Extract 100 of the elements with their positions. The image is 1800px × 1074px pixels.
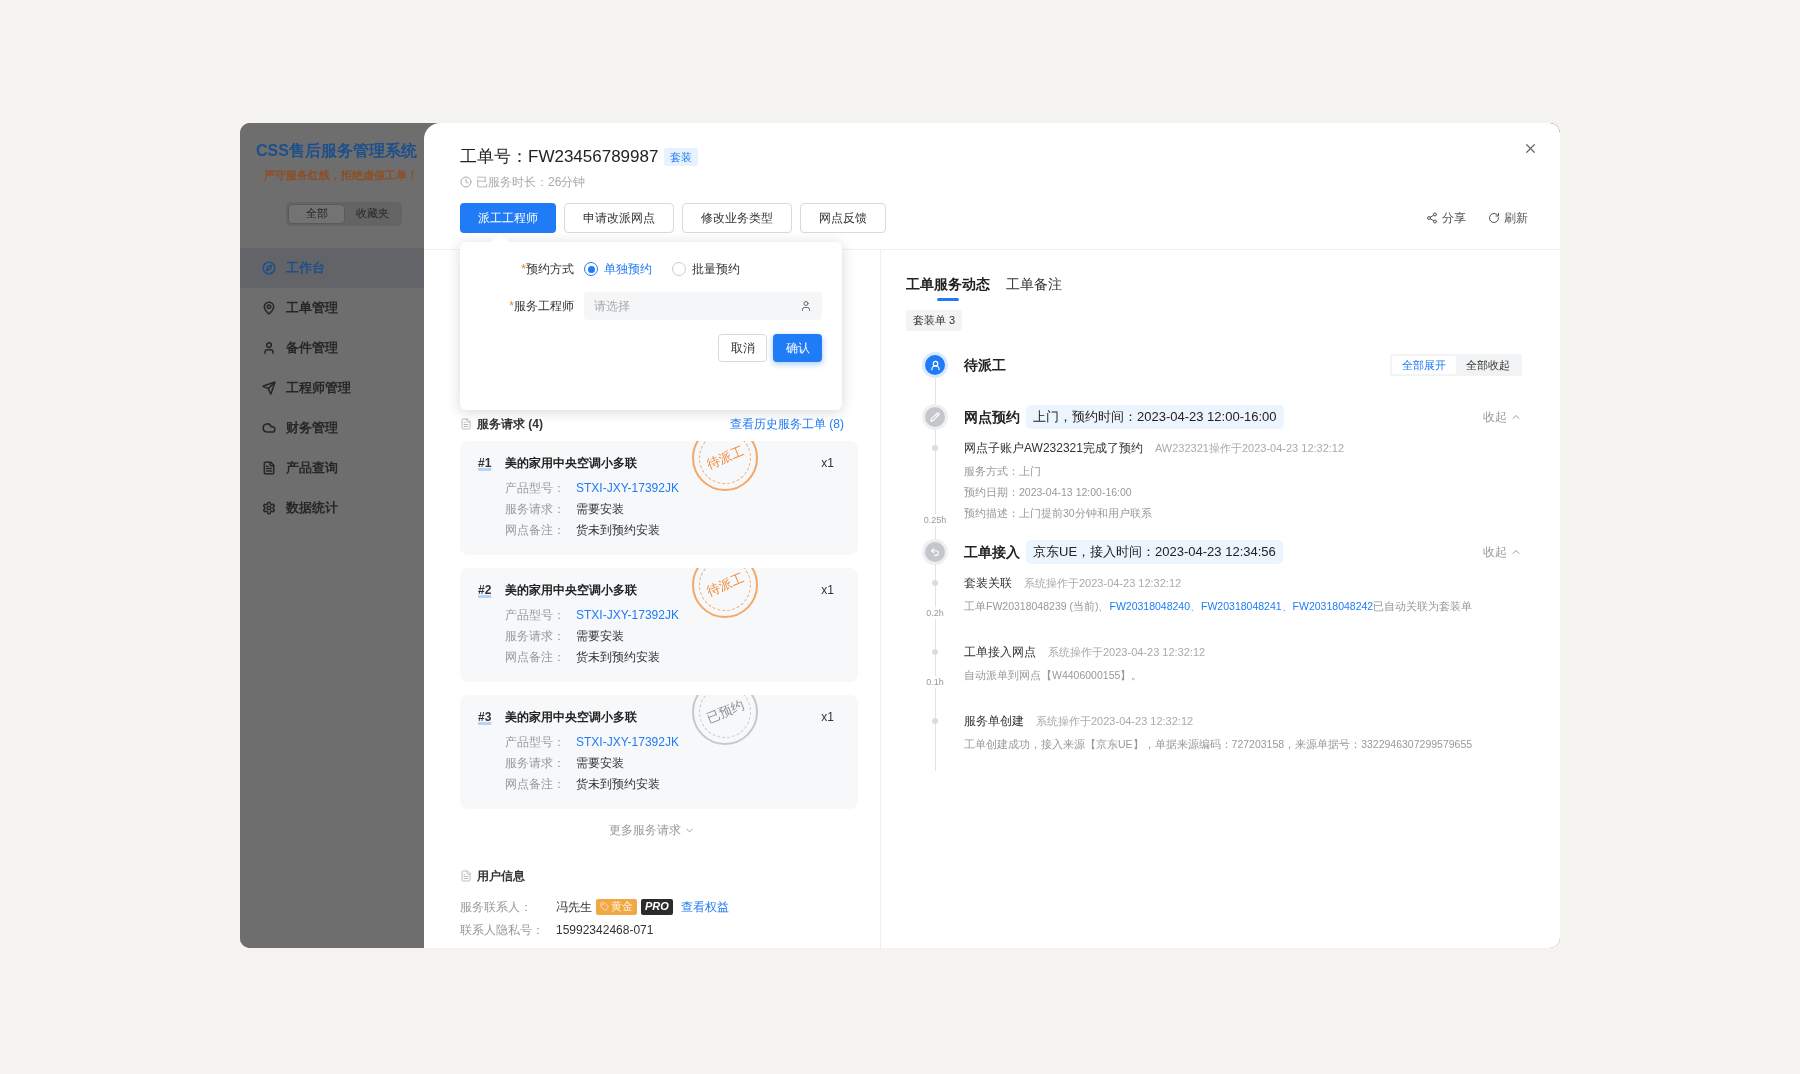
quantity: x1 (821, 709, 834, 726)
field-label: 产品型号： (505, 606, 566, 624)
cancel-button[interactable]: 取消 (718, 334, 767, 362)
return-icon (925, 542, 945, 562)
nav-icon (262, 340, 276, 355)
filter-tab[interactable]: 全部 (288, 203, 345, 224)
bundle-tag: 套装 (664, 148, 699, 166)
nav-item[interactable]: 工单管理 (240, 287, 424, 328)
action-button[interactable]: 修改业务类型 (682, 203, 792, 233)
field-label: 联系人隐私号： (460, 921, 545, 939)
entry-text: 预约日期：2023-04-13 12:00-16:00 (964, 484, 1132, 500)
share-button[interactable]: 分享 (1426, 209, 1466, 227)
summary-bubble: 上门，预约时间：2023-04-23 12:00-16:00 (1026, 405, 1284, 429)
field-label: 产品型号： (505, 733, 566, 751)
more-requests-button[interactable]: 更多服务请求 (609, 821, 695, 839)
section-title: 用户信息 (477, 868, 525, 885)
app-title: CSS售后服务管理系统 (256, 141, 418, 161)
nav-icon (262, 380, 276, 395)
field-label: 服务请求： (505, 627, 566, 645)
entry-text: 、 (1281, 598, 1293, 614)
entry-meta: 系统操作于2023-04-23 12:32:12 (1048, 645, 1206, 660)
nav-item[interactable]: 产品查询 (240, 447, 424, 488)
field-value: 15992342468-071 (556, 921, 654, 939)
radio-option[interactable]: 单独预约 (584, 260, 652, 278)
model-link[interactable]: STXI-JXY-17392JK (576, 605, 679, 624)
slogan: 严守服务红线，拒绝虚假工单！ (264, 168, 419, 183)
order-link[interactable]: FW20318048242 (1292, 598, 1374, 615)
required-mark: * (509, 298, 514, 315)
nav-item[interactable]: 财务管理 (240, 407, 424, 448)
clock-icon (460, 176, 472, 188)
field-value: 货未到预约安装 (576, 521, 660, 539)
elapsed-time: 0.25h (923, 514, 947, 526)
entry-text: 预约描述：上门提前30分钟和用户联系 (964, 505, 1152, 521)
nav-icon (262, 260, 276, 275)
refresh-button[interactable]: 刷新 (1488, 209, 1528, 227)
product-name: 美的家用中央空调小多联 (505, 455, 637, 472)
summary-bubble: 京东UE，接入时间：2023-04-23 12:34:56 (1026, 540, 1283, 564)
order-link[interactable]: FW20318048241 (1201, 598, 1282, 615)
tag-icon (600, 902, 609, 911)
entry-meta: AW232321操作于2023-04-23 12:32:12 (1154, 441, 1345, 456)
field-value: 货未到预约安装 (576, 775, 660, 793)
share-icon (1426, 212, 1438, 224)
collapse-toggle[interactable]: 收起 (1483, 408, 1522, 426)
section-icon (460, 870, 472, 882)
engineer-select[interactable]: 请选择 (584, 292, 822, 320)
section-icon (460, 418, 472, 430)
entry-title: 套装关联 (964, 575, 1012, 592)
field-label: 服务联系人： (460, 898, 533, 916)
entry-title: 服务单创建 (964, 713, 1024, 730)
history-link[interactable]: 查看历史服务工单 (8) (730, 415, 844, 433)
entry-title: 网点子账户AW232321完成了预约 (964, 440, 1143, 457)
nav-item[interactable]: 数据统计 (240, 487, 424, 528)
section-title: 服务请求 (4) (477, 416, 543, 433)
field-label: 服务请求： (505, 754, 566, 772)
close-icon[interactable] (1523, 141, 1538, 156)
confirm-button[interactable]: 确认 (773, 334, 822, 362)
entry-text: 工单FW20318048239 (当前)、 (964, 598, 1110, 614)
activity-tab[interactable]: 工单服务动态 (906, 270, 990, 298)
expand-toggle[interactable]: 全部展开 (1392, 356, 1456, 374)
request-index: #3 (478, 709, 493, 726)
field-value: 货未到预约安装 (576, 648, 660, 666)
order-title: 工单号：FW23456789987 (460, 146, 659, 169)
field-label: 网点备注： (505, 648, 566, 666)
pencil-icon (925, 407, 945, 427)
group-title: 网点预约 (964, 407, 1020, 427)
action-button[interactable]: 网点反馈 (800, 203, 886, 233)
entry-text: 工单创建成功，接入来源【京东UE】，单据来源编码：727203158，来源单据号：3322946307299579655 (964, 736, 1473, 752)
request-index: #1 (478, 455, 493, 472)
nav-icon (262, 420, 276, 435)
nav-icon (262, 460, 276, 475)
pro-badge: PRO (641, 898, 673, 915)
nav-item[interactable]: 工程师管理 (240, 367, 424, 408)
field-value: 需要安装 (576, 754, 624, 772)
collapse-toggle[interactable]: 收起 (1483, 543, 1522, 561)
entry-text: 自动派单到网点【W4406000155】。 (964, 667, 1143, 683)
service-duration: 已服务时长：26分钟 (476, 174, 586, 191)
benefits-link[interactable]: 查看权益 (680, 897, 729, 916)
entry-text: 、 (1190, 598, 1202, 614)
action-button[interactable]: 派工工程师 (460, 203, 556, 233)
model-link[interactable]: STXI-JXY-17392JK (576, 478, 679, 497)
nav-icon (262, 500, 276, 515)
nav-item[interactable]: 备件管理 (240, 327, 424, 368)
field-label: 产品型号： (505, 479, 566, 497)
field-value: 需要安装 (576, 627, 624, 645)
model-link[interactable]: STXI-JXY-17392JK (576, 732, 679, 751)
quantity: x1 (821, 582, 834, 599)
entry-text: 已自动关联为套装单 (1373, 598, 1473, 614)
group-tag: 套装单 3 (906, 310, 963, 331)
activity-tab[interactable]: 工单备注 (1006, 270, 1062, 298)
field-value: 需要安装 (576, 500, 624, 518)
expand-toggle[interactable]: 全部收起 (1456, 356, 1520, 374)
entry-meta: 系统操作于2023-04-23 12:32:12 (1024, 576, 1182, 591)
entry-meta: 系统操作于2023-04-23 12:32:12 (1036, 714, 1194, 729)
field-label: 服务工程师 (514, 298, 574, 315)
product-name: 美的家用中央空调小多联 (505, 709, 637, 726)
action-button[interactable]: 申请改派网点 (564, 203, 674, 233)
entry-text: 服务方式：上门 (964, 463, 1041, 479)
member-level-badge: 黄金 (596, 898, 637, 915)
radio-option[interactable]: 批量预约 (672, 260, 740, 278)
user-icon (800, 300, 812, 312)
